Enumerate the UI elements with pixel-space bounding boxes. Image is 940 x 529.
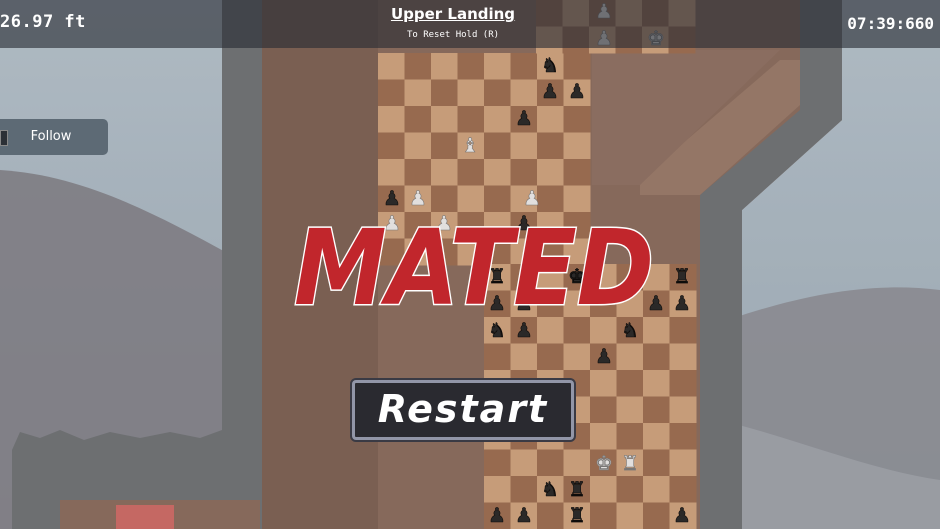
hud-top-bar: 26.97 ft Upper Landing To Reset Hold (R)… xyxy=(0,0,940,48)
run-timer: 07:39:660 xyxy=(847,14,934,33)
restart-label: Restart xyxy=(377,387,549,431)
follow-label: Follow xyxy=(30,129,72,144)
height-readout: 26.97 ft xyxy=(0,12,86,32)
follow-button[interactable]: Follow xyxy=(0,119,108,155)
mated-text: MATED xyxy=(294,207,654,326)
restart-button[interactable]: Restart xyxy=(352,380,574,440)
area-title: Upper Landing xyxy=(390,5,516,23)
mated-banner: MATED xyxy=(293,206,656,327)
reset-hint: To Reset Hold (R) xyxy=(406,30,500,40)
